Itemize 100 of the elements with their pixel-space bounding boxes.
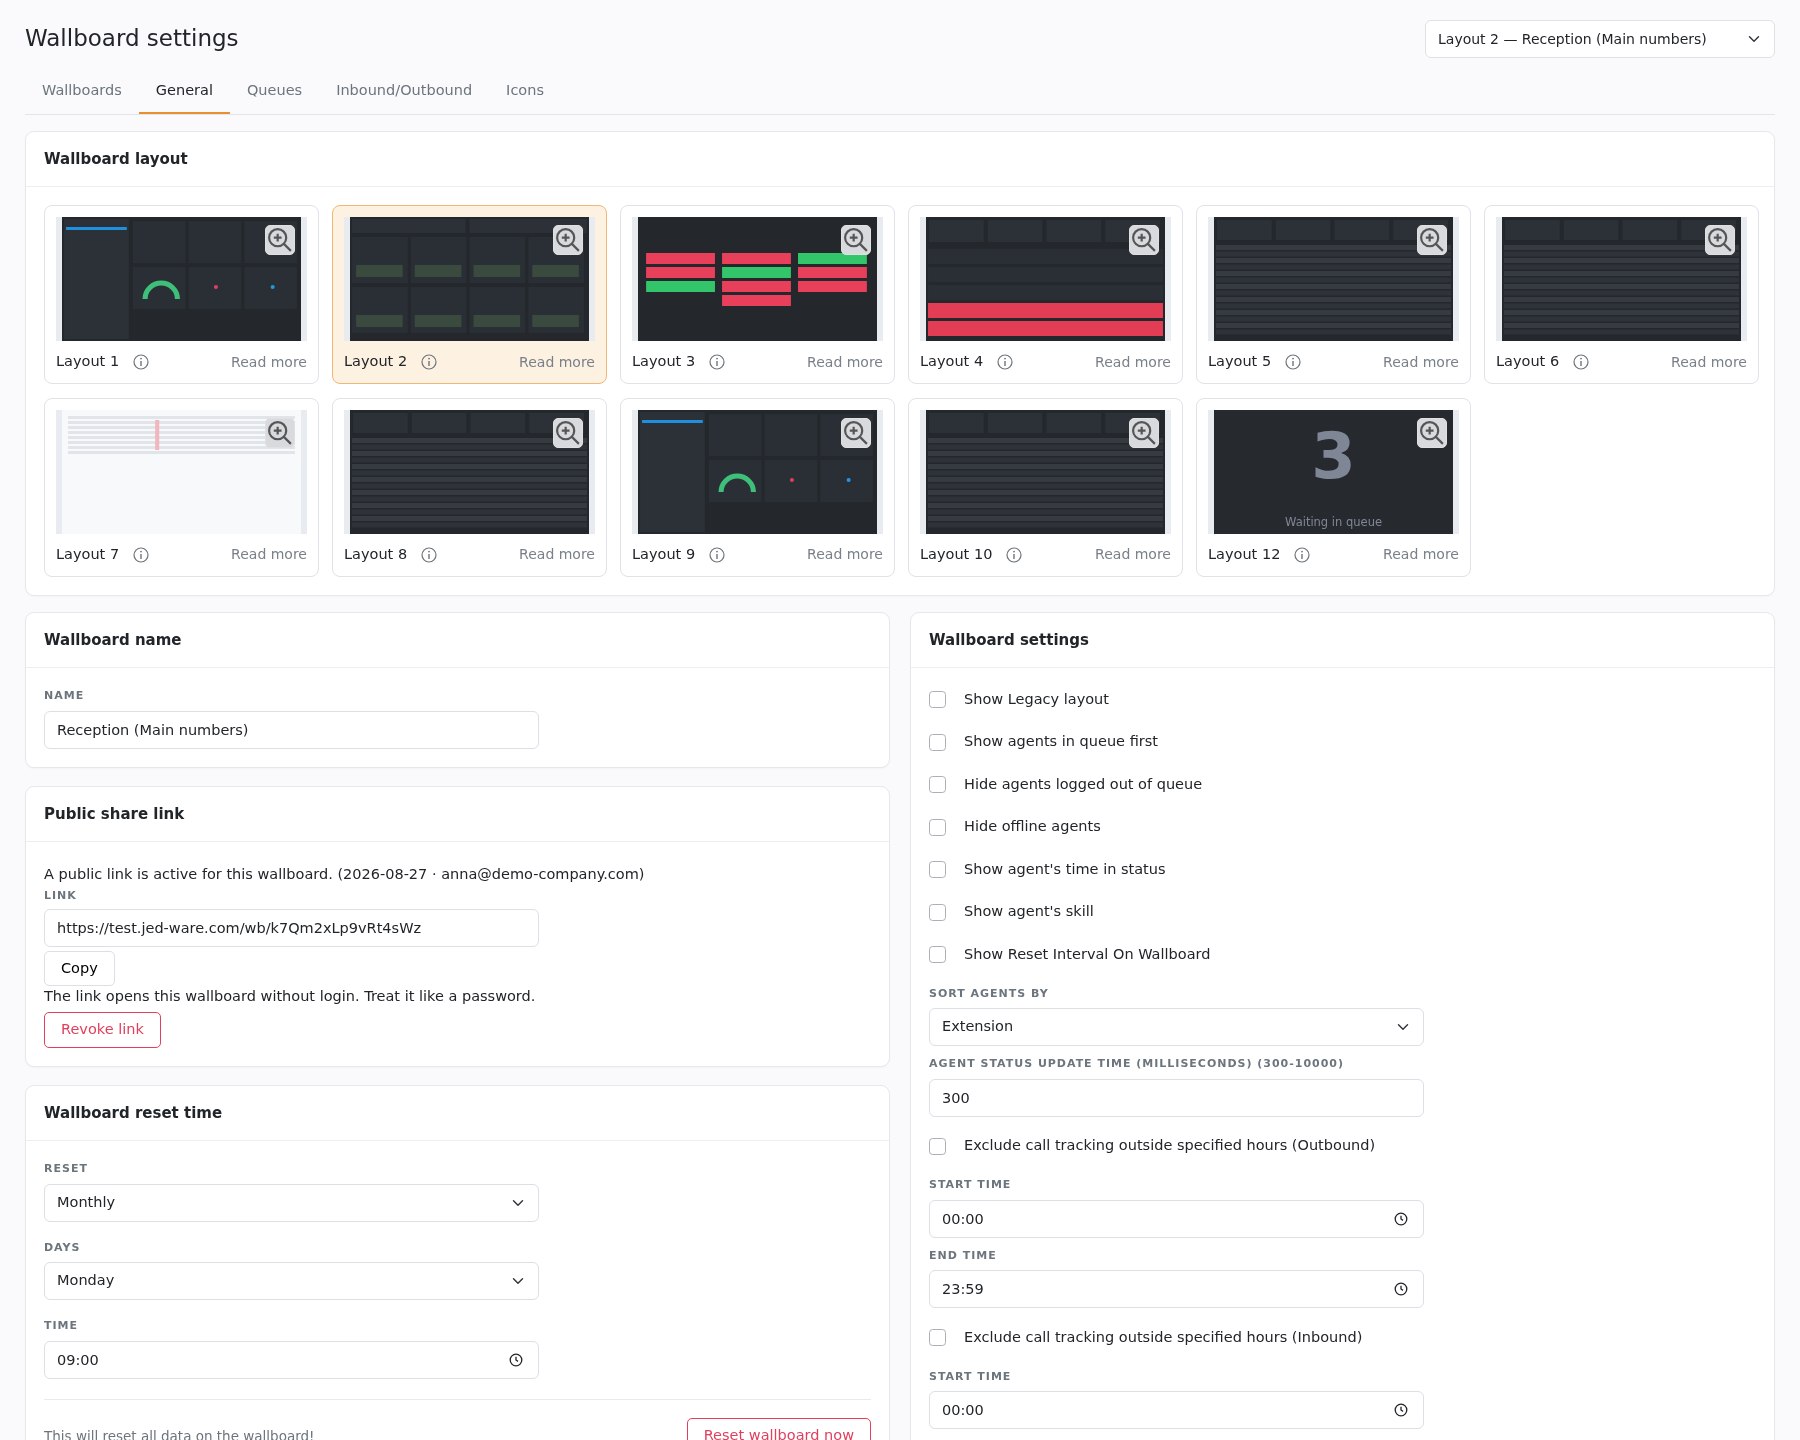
zoom-button[interactable] bbox=[265, 418, 295, 448]
info-icon[interactable] bbox=[421, 354, 438, 371]
time-field[interactable]: 09:00 bbox=[44, 1340, 539, 1379]
checkbox[interactable] bbox=[929, 946, 946, 963]
field-label: TIME bbox=[44, 1318, 80, 1335]
info-icon[interactable] bbox=[1294, 546, 1311, 563]
preview-caption: Waiting in queue bbox=[1285, 516, 1382, 528]
tab[interactable]: General bbox=[138, 70, 230, 114]
read-more-link[interactable]: Read more bbox=[231, 544, 307, 566]
zoom-button[interactable] bbox=[1129, 418, 1159, 448]
clock-icon[interactable] bbox=[509, 1352, 523, 1367]
layout-option[interactable]: Layout 5 Read more bbox=[1196, 205, 1471, 384]
checkbox-label: Show agent's skill bbox=[964, 902, 1094, 922]
layout-name: Layout 10 bbox=[920, 545, 993, 564]
select-field[interactable]: Extension bbox=[929, 1008, 1424, 1047]
select-field[interactable]: Monday bbox=[44, 1262, 539, 1301]
revoke-link-button[interactable]: Revoke link bbox=[44, 1012, 161, 1048]
read-more-link[interactable]: Read more bbox=[807, 544, 883, 566]
clock-icon[interactable] bbox=[1394, 1282, 1408, 1297]
input-field[interactable]: 300 bbox=[929, 1078, 1424, 1117]
field-label: LINK bbox=[44, 888, 78, 904]
reset-wallboard-button[interactable]: Reset wallboard now bbox=[686, 1417, 871, 1440]
zoom-button[interactable] bbox=[841, 225, 871, 256]
read-more-link[interactable]: Read more bbox=[807, 351, 883, 373]
info-icon[interactable] bbox=[133, 546, 150, 563]
info-icon[interactable] bbox=[1573, 354, 1590, 371]
tab[interactable]: Inbound/Outbound bbox=[319, 70, 490, 114]
info-icon[interactable] bbox=[421, 546, 438, 563]
zoom-button[interactable] bbox=[1417, 225, 1447, 256]
layout-option[interactable]: Layout 1 Read more bbox=[44, 205, 319, 384]
checkbox[interactable] bbox=[929, 1329, 946, 1346]
field-label: START TIME bbox=[929, 1368, 1013, 1385]
layout-option[interactable]: Layout 8 Read more bbox=[332, 398, 607, 577]
clock-icon[interactable] bbox=[1394, 1211, 1408, 1226]
clock-icon[interactable] bbox=[1394, 1403, 1408, 1418]
read-more-link[interactable]: Read more bbox=[1671, 351, 1747, 373]
info-icon[interactable] bbox=[997, 354, 1014, 371]
layout-name: Layout 3 bbox=[632, 352, 696, 372]
layout-option[interactable]: Layout 3 Read more bbox=[620, 205, 895, 384]
layout-option[interactable]: 3 Waiting in queue Layout 12 Read more bbox=[1196, 398, 1471, 577]
card-title: Wallboard layout bbox=[26, 131, 1774, 188]
wallboard-select[interactable]: Layout 2 — Reception (Main numbers) bbox=[1425, 20, 1775, 58]
checkbox[interactable] bbox=[929, 818, 946, 836]
share-note: The link opens this wallboard without login. Treat it like a password. bbox=[44, 987, 537, 1007]
read-more-link[interactable]: Read more bbox=[519, 351, 595, 373]
tab[interactable]: Wallboards bbox=[25, 70, 139, 114]
reset-warning-text: This will reset all data on the wallboard! bbox=[44, 1426, 315, 1440]
time-field[interactable]: 00:00 bbox=[929, 1199, 1424, 1238]
zoom-button[interactable] bbox=[553, 225, 583, 256]
read-more-link[interactable]: Read more bbox=[231, 351, 307, 373]
read-more-link[interactable]: Read more bbox=[1383, 351, 1459, 373]
read-more-link[interactable]: Read more bbox=[1383, 544, 1459, 566]
select-field[interactable]: Monthly bbox=[44, 1183, 539, 1222]
info-icon[interactable] bbox=[709, 546, 726, 563]
read-more-link[interactable]: Read more bbox=[1095, 544, 1171, 566]
read-more-link[interactable]: Read more bbox=[1095, 351, 1171, 373]
layout-name: Layout 9 bbox=[632, 545, 696, 564]
field-label: SORT AGENTS BY bbox=[929, 985, 1050, 1002]
zoom-button[interactable] bbox=[1705, 225, 1735, 256]
preview-number: 3 bbox=[1311, 424, 1356, 488]
zoom-button[interactable] bbox=[1417, 418, 1447, 448]
layout-name: Layout 7 bbox=[56, 545, 120, 564]
zoom-button[interactable] bbox=[553, 418, 583, 448]
checkbox[interactable] bbox=[929, 733, 946, 751]
layout-option[interactable]: Layout 9 Read more bbox=[620, 398, 895, 577]
input-field[interactable]: Reception (Main numbers) bbox=[44, 710, 539, 749]
layout-option[interactable]: Layout 10 Read more bbox=[908, 398, 1183, 577]
checkbox-label: Show agent's time in status bbox=[964, 859, 1166, 879]
info-icon[interactable] bbox=[709, 354, 726, 371]
layout-option[interactable]: Layout 7 Read more bbox=[44, 398, 319, 577]
zoom-button[interactable] bbox=[265, 225, 295, 256]
zoom-button[interactable] bbox=[841, 418, 871, 448]
zoom-button[interactable] bbox=[1129, 225, 1159, 256]
page-title: Wallboard settings bbox=[25, 25, 239, 53]
checkbox-label: Hide agents logged out of queue bbox=[964, 774, 1203, 794]
layout-option[interactable]: Layout 4 Read more bbox=[908, 205, 1183, 384]
read-more-link[interactable]: Read more bbox=[519, 544, 595, 566]
checkbox[interactable] bbox=[929, 1137, 946, 1155]
info-icon[interactable] bbox=[1006, 546, 1023, 563]
tab[interactable]: Icons bbox=[489, 70, 561, 114]
card-title: Wallboard name bbox=[26, 612, 889, 669]
checkbox[interactable] bbox=[929, 903, 946, 921]
checkbox-label: Show agents in queue first bbox=[964, 732, 1158, 752]
info-icon[interactable] bbox=[1285, 354, 1302, 371]
checkbox[interactable] bbox=[929, 776, 946, 793]
layout-option[interactable]: Layout 6 Read more bbox=[1484, 205, 1759, 384]
layout-name: Layout 8 bbox=[344, 545, 408, 564]
tab[interactable]: Queues bbox=[229, 70, 320, 114]
layout-name: Layout 4 bbox=[920, 352, 984, 372]
info-icon[interactable] bbox=[133, 354, 150, 371]
time-field[interactable]: 23:59 bbox=[929, 1270, 1424, 1309]
layout-name: Layout 12 bbox=[1208, 545, 1281, 564]
checkbox-label: Exclude call tracking outside specified hours (Inbound) bbox=[964, 1327, 1363, 1347]
time-field[interactable]: 00:00 bbox=[929, 1391, 1424, 1430]
checkbox[interactable] bbox=[929, 861, 946, 878]
layout-option[interactable]: Layout 2 Read more bbox=[332, 205, 607, 384]
checkbox[interactable] bbox=[929, 691, 946, 708]
copy-button[interactable]: Copy bbox=[44, 950, 115, 987]
layout-name: Layout 1 bbox=[56, 352, 120, 372]
input-field[interactable]: https://test.jed-ware.com/wb/k7Qm2xLp9vRt4sWz bbox=[44, 908, 539, 947]
